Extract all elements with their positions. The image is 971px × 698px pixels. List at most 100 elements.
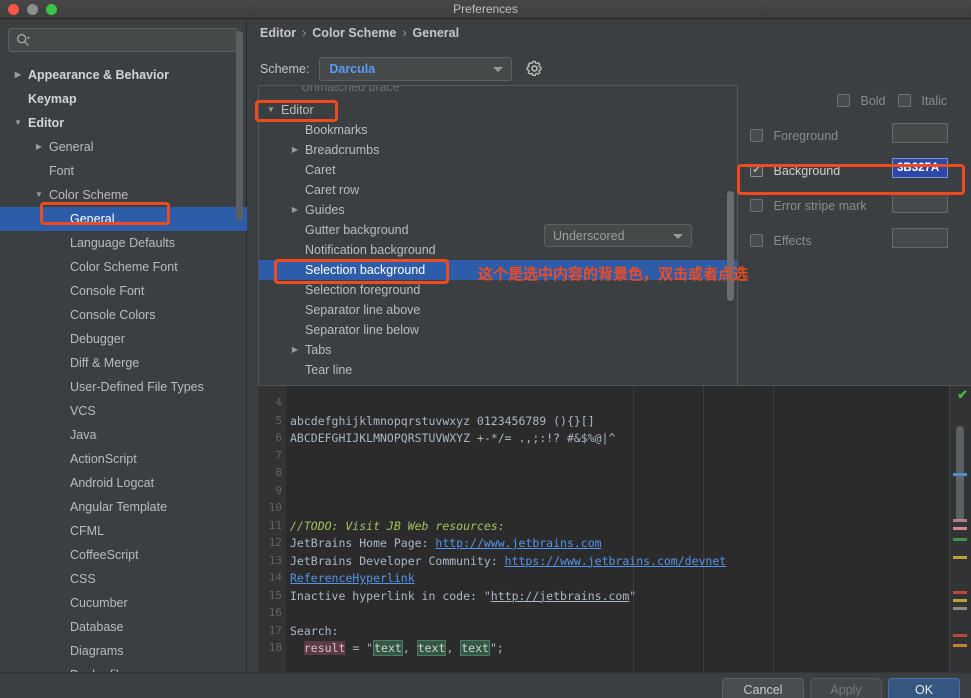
preview-line-code: Search: [290,623,339,638]
chevron-right-icon[interactable]: ▶ [289,340,301,360]
sidebar-item-cfml[interactable]: CFML [0,519,247,543]
preview-line-number: 18 [268,641,282,654]
breadcrumb-item[interactable]: Editor [260,26,296,40]
sidebar-item-diagrams[interactable]: Diagrams [0,639,247,663]
preferences-window: Preferences ▶ Appearance & Behavior Keymap… [0,0,971,698]
error-stripe-mark[interactable] [953,473,967,476]
sidebar-item-vcs[interactable]: VCS [0,399,247,423]
chevron-right-icon[interactable]: ▶ [289,140,301,160]
annotation-note: 这个是选中内容的背景色，双击或者点选 [478,265,749,283]
code-preview[interactable]: 4 5 abcdefghijklmnopqrstuvwxyz 0123456789 … [258,385,971,673]
preview-line-number: 16 [268,606,282,619]
chevron-down-icon [673,234,683,239]
option-row-editor[interactable]: ▼ Editor [259,100,737,120]
error-stripe-mark[interactable] [953,519,967,522]
sidebar-item-java[interactable]: Java [0,423,247,447]
error-stripe-mark[interactable] [953,538,967,541]
background-checkbox-row[interactable]: Background [750,161,840,178]
error-stripe-mark[interactable] [953,644,967,647]
cancel-button[interactable]: Cancel [722,678,804,698]
sidebar-item-appearance-behavior[interactable]: ▶ Appearance & Behavior [0,63,247,87]
sidebar-item-actionscript[interactable]: ActionScript [0,447,247,471]
option-row-breadcrumbs[interactable]: ▶ Breadcrumbs [259,140,737,160]
options-scrollbar-thumb[interactable] [727,191,734,301]
background-checkbox[interactable] [750,161,763,178]
breadcrumb-item[interactable]: Color Scheme [312,26,396,40]
option-row-tear-line[interactable]: Tear line [259,360,737,380]
bold-checkbox[interactable] [837,94,850,108]
sidebar-item-console-colors[interactable]: Console Colors [0,303,247,327]
sidebar-item-console-font[interactable]: Console Font [0,279,247,303]
chevron-right-icon[interactable]: ▶ [33,135,45,159]
sidebar-item-database[interactable]: Database [0,615,247,639]
sidebar-item-coffeescript[interactable]: CoffeeScript [0,543,247,567]
preview-hyperlink[interactable]: http://www.jetbrains.com [435,536,601,550]
preview-hyperlink[interactable]: ReferenceHyperlink [290,571,415,585]
italic-checkbox-row[interactable]: Italic [898,93,947,108]
option-row-separator-line-above[interactable]: Separator line above [259,300,737,320]
foreground-checkbox[interactable] [750,129,763,143]
error-stripe-checkbox[interactable] [750,199,763,213]
option-row-label: Bookmarks [305,123,368,137]
preview-line: 17 Search: [258,622,971,640]
apply-button[interactable]: Apply [810,678,882,698]
option-row-caret[interactable]: Caret [259,160,737,180]
sidebar-item-general[interactable]: ▶ General [0,135,247,159]
foreground-color-swatch[interactable] [892,123,948,143]
sidebar-item-font[interactable]: Font [0,159,247,183]
sidebar-item-general[interactable]: General [0,207,247,231]
settings-tree[interactable]: ▶ Appearance & Behavior Keymap ▼ Editor ▶ Gene… [0,63,247,691]
option-row-tabs[interactable]: ▶ Tabs [259,340,737,360]
sidebar-item-color-scheme-font[interactable]: Color Scheme Font [0,255,247,279]
chevron-right-icon[interactable]: ▶ [12,63,24,87]
option-row-bookmarks[interactable]: Bookmarks [259,120,737,140]
sidebar-item-color-scheme[interactable]: ▼ Color Scheme [0,183,247,207]
bold-checkbox-row[interactable]: Bold [837,93,886,108]
sidebar-item-diff-merge[interactable]: Diff & Merge [0,351,247,375]
gear-icon[interactable] [526,60,543,77]
error-stripe-mark[interactable] [953,527,967,530]
search-input[interactable] [37,31,233,50]
error-stripe-mark[interactable] [953,599,967,602]
preview-error-stripe-panel[interactable]: ✔ [949,386,971,673]
error-stripe-mark[interactable] [953,556,967,559]
chevron-down-icon[interactable]: ▼ [33,183,45,207]
ok-button[interactable]: OK [888,678,960,698]
error-stripe-color-swatch[interactable] [892,193,948,213]
error-stripe-checkbox-row[interactable]: Error stripe mark [750,198,867,213]
sidebar-item-cucumber[interactable]: Cucumber [0,591,247,615]
sidebar-item-user-defined-file-types[interactable]: User-Defined File Types [0,375,247,399]
sidebar-item-debugger[interactable]: Debugger [0,327,247,351]
option-row-separator-line-below[interactable]: Separator line below [259,320,737,340]
error-stripe-mark[interactable] [953,591,967,594]
option-row-caret-row[interactable]: Caret row [259,180,737,200]
preview-line: 12 JetBrains Home Page: http://www.jetbra… [258,534,971,552]
effects-checkbox[interactable] [750,234,763,248]
chevron-right-icon[interactable]: ▶ [289,200,301,220]
sidebar-item-android-logcat[interactable]: Android Logcat [0,471,247,495]
breadcrumb-item[interactable]: General [413,26,460,40]
effects-type-dropdown[interactable]: Underscored [544,224,692,247]
preview-hyperlink[interactable]: https://www.jetbrains.com/devnet [505,554,727,568]
error-stripe-mark[interactable] [953,607,967,610]
search-box[interactable] [8,28,238,52]
scheme-dropdown[interactable]: Darcula [319,57,513,81]
effects-color-swatch[interactable] [892,228,948,248]
preview-line: 13 JetBrains Developer Community: https:/… [258,552,971,570]
sidebar-item-editor[interactable]: ▼ Editor [0,111,247,135]
sidebar-item-keymap[interactable]: Keymap [0,87,247,111]
preview-line-code: //TODO: Visit JB Web resources: [290,518,505,533]
sidebar-scrollbar-thumb[interactable] [236,31,243,221]
chevron-down-icon[interactable]: ▼ [12,111,24,135]
italic-checkbox[interactable] [898,94,911,108]
error-stripe-label: Error stripe mark [773,198,867,213]
sidebar-item-language-defaults[interactable]: Language Defaults [0,231,247,255]
effects-checkbox-row[interactable]: Effects [750,233,811,248]
sidebar-item-css[interactable]: CSS [0,567,247,591]
option-row-guides[interactable]: ▶ Guides [259,200,737,220]
chevron-down-icon[interactable]: ▼ [265,100,277,120]
sidebar-item-angular-template[interactable]: Angular Template [0,495,247,519]
foreground-checkbox-row[interactable]: Foreground [750,128,838,143]
error-stripe-mark[interactable] [953,634,967,637]
background-color-swatch[interactable]: 3B327A [892,158,948,178]
